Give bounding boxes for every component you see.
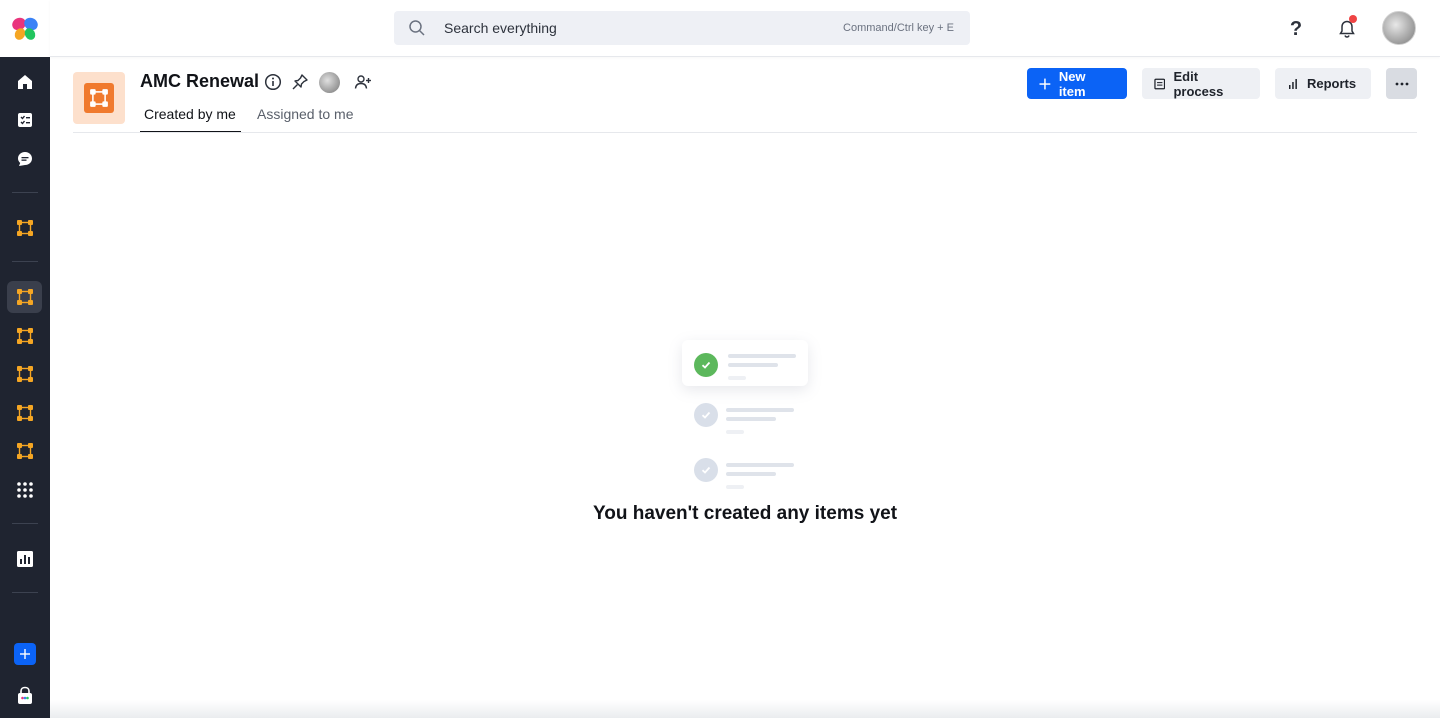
rail-divider xyxy=(12,192,38,193)
reports-label: Reports xyxy=(1307,76,1357,91)
chat-icon xyxy=(17,152,32,166)
notification-dot xyxy=(1349,15,1357,23)
rail-process-5[interactable] xyxy=(7,435,42,467)
rail-home[interactable] xyxy=(7,66,42,98)
rail-analytics[interactable] xyxy=(7,543,42,575)
process-icon xyxy=(16,289,33,305)
pin-icon xyxy=(292,74,308,90)
butterfly-logo-icon xyxy=(12,17,38,40)
check-circle-icon xyxy=(694,353,718,377)
rail-tasks[interactable] xyxy=(7,104,42,136)
process-icon xyxy=(16,328,33,344)
empty-card-highlight xyxy=(682,340,808,386)
rail-all-apps[interactable] xyxy=(7,474,42,506)
global-search[interactable]: Search everything Command/Ctrl key + E xyxy=(394,11,970,45)
pin-button[interactable] xyxy=(290,72,310,92)
reports-button[interactable]: Reports xyxy=(1275,68,1371,99)
header-divider xyxy=(73,132,1417,133)
process-icon xyxy=(16,443,33,459)
member-avatar[interactable] xyxy=(319,72,340,93)
add-member-button[interactable] xyxy=(353,72,373,92)
check-circle-icon xyxy=(694,458,718,482)
help-icon: ? xyxy=(1289,17,1303,40)
shopping-bag-icon xyxy=(17,686,32,704)
process-icon xyxy=(16,366,33,382)
tab-created-by-me[interactable]: Created by me xyxy=(140,104,241,133)
search-placeholder[interactable]: Search everything xyxy=(444,20,557,36)
check-circle-icon xyxy=(694,403,718,427)
app-logo[interactable] xyxy=(0,0,50,57)
process-icon xyxy=(16,220,33,236)
rail-chat[interactable] xyxy=(7,143,42,175)
home-icon xyxy=(17,75,32,89)
rail-create[interactable] xyxy=(7,638,42,670)
more-dots-icon xyxy=(1395,82,1408,85)
new-item-button[interactable]: New item xyxy=(1027,68,1127,99)
bar-chart-icon xyxy=(1289,78,1297,89)
notifications-button[interactable] xyxy=(1332,14,1362,44)
search-shortcut-hint: Command/Ctrl key + E xyxy=(843,22,954,34)
page-title: AMC Renewal xyxy=(140,71,260,91)
rail-marketplace[interactable] xyxy=(7,680,42,712)
user-avatar[interactable] xyxy=(1382,11,1416,45)
more-options-button[interactable] xyxy=(1386,68,1417,99)
info-icon xyxy=(264,73,282,91)
left-nav-rail xyxy=(0,0,50,718)
help-button[interactable]: ? xyxy=(1281,14,1311,44)
empty-state-illustration xyxy=(680,338,810,498)
edit-process-label: Edit process xyxy=(1173,68,1224,99)
tasks-icon xyxy=(17,113,32,127)
process-badge xyxy=(73,72,125,124)
plus-icon xyxy=(13,643,36,665)
rail-process-4[interactable] xyxy=(7,397,42,429)
add-user-icon xyxy=(354,75,371,89)
rail-process-2[interactable] xyxy=(7,320,42,352)
rail-divider xyxy=(12,592,38,593)
top-bar: Search everything Command/Ctrl key + E ? xyxy=(50,0,1440,57)
info-button[interactable] xyxy=(263,72,283,92)
empty-state-message: You haven't created any items yet xyxy=(592,503,898,524)
analytics-icon xyxy=(16,551,33,567)
search-icon xyxy=(409,20,425,36)
bottom-shadow xyxy=(50,700,1440,718)
document-icon xyxy=(1154,78,1166,89)
process-icon xyxy=(16,405,33,421)
grid-icon xyxy=(16,482,33,498)
edit-process-button[interactable]: Edit process xyxy=(1142,68,1260,99)
rail-process-amc-renewal[interactable] xyxy=(7,281,42,313)
rail-process-3[interactable] xyxy=(7,358,42,390)
new-item-label: New item xyxy=(1058,68,1086,99)
rail-divider xyxy=(12,261,38,262)
plus-icon xyxy=(1039,78,1051,89)
rail-process-1[interactable] xyxy=(7,212,42,244)
tab-assigned-to-me[interactable]: Assigned to me xyxy=(253,104,363,133)
process-icon xyxy=(90,89,108,107)
